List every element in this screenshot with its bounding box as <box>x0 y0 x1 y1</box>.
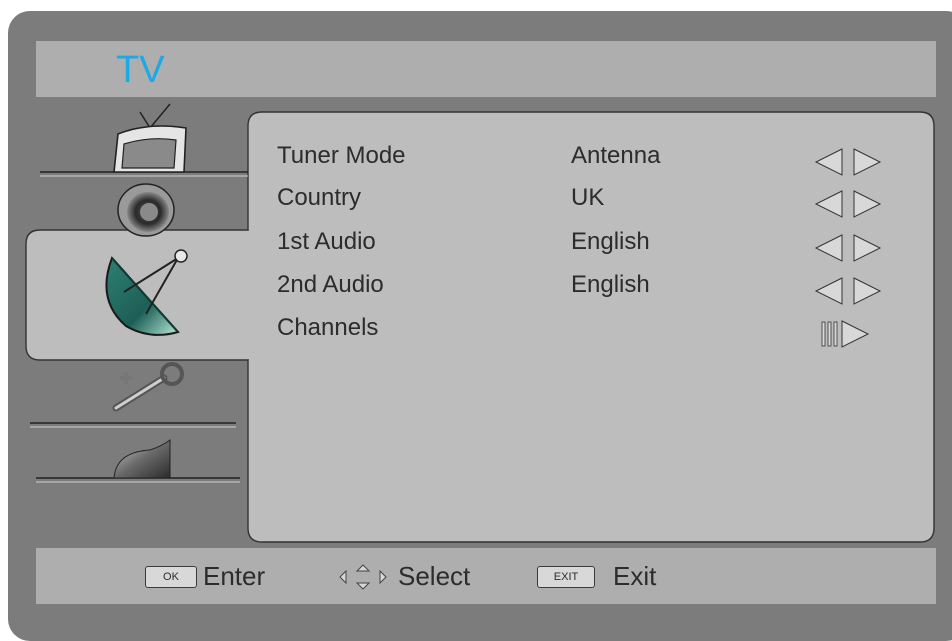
row-value-1st-audio[interactable]: English <box>571 227 650 257</box>
lock-icon <box>113 439 171 479</box>
left-right-arrows-1st-audio[interactable] <box>814 233 886 263</box>
left-right-arrows-2nd-audio[interactable] <box>814 276 886 306</box>
row-label-country[interactable]: Country <box>277 183 361 213</box>
tv-icon <box>113 103 187 173</box>
enter-label: Enter <box>203 561 266 591</box>
enter-arrow-channels[interactable] <box>814 319 886 349</box>
exit-label: Exit <box>613 561 657 591</box>
left-right-arrows-tuner-mode[interactable] <box>814 147 886 177</box>
menu-panels <box>25 103 935 543</box>
wrench-icon <box>112 362 184 412</box>
select-label: Select <box>398 561 471 591</box>
left-right-arrows-country[interactable] <box>814 189 886 219</box>
row-label-1st-audio[interactable]: 1st Audio <box>277 227 376 257</box>
speaker-icon <box>117 183 175 237</box>
row-label-tuner-mode[interactable]: Tuner Mode <box>277 141 406 171</box>
row-value-tuner-mode[interactable]: Antenna <box>571 141 660 171</box>
row-label-2nd-audio[interactable]: 2nd Audio <box>277 270 384 300</box>
row-label-channels[interactable]: Channels <box>277 313 378 343</box>
row-value-country[interactable]: UK <box>571 183 604 213</box>
row-value-2nd-audio[interactable]: English <box>571 270 650 300</box>
ok-key[interactable]: OK <box>145 566 197 588</box>
exit-key[interactable]: EXIT <box>537 566 595 588</box>
navigation-arrows-icon <box>339 564 387 590</box>
